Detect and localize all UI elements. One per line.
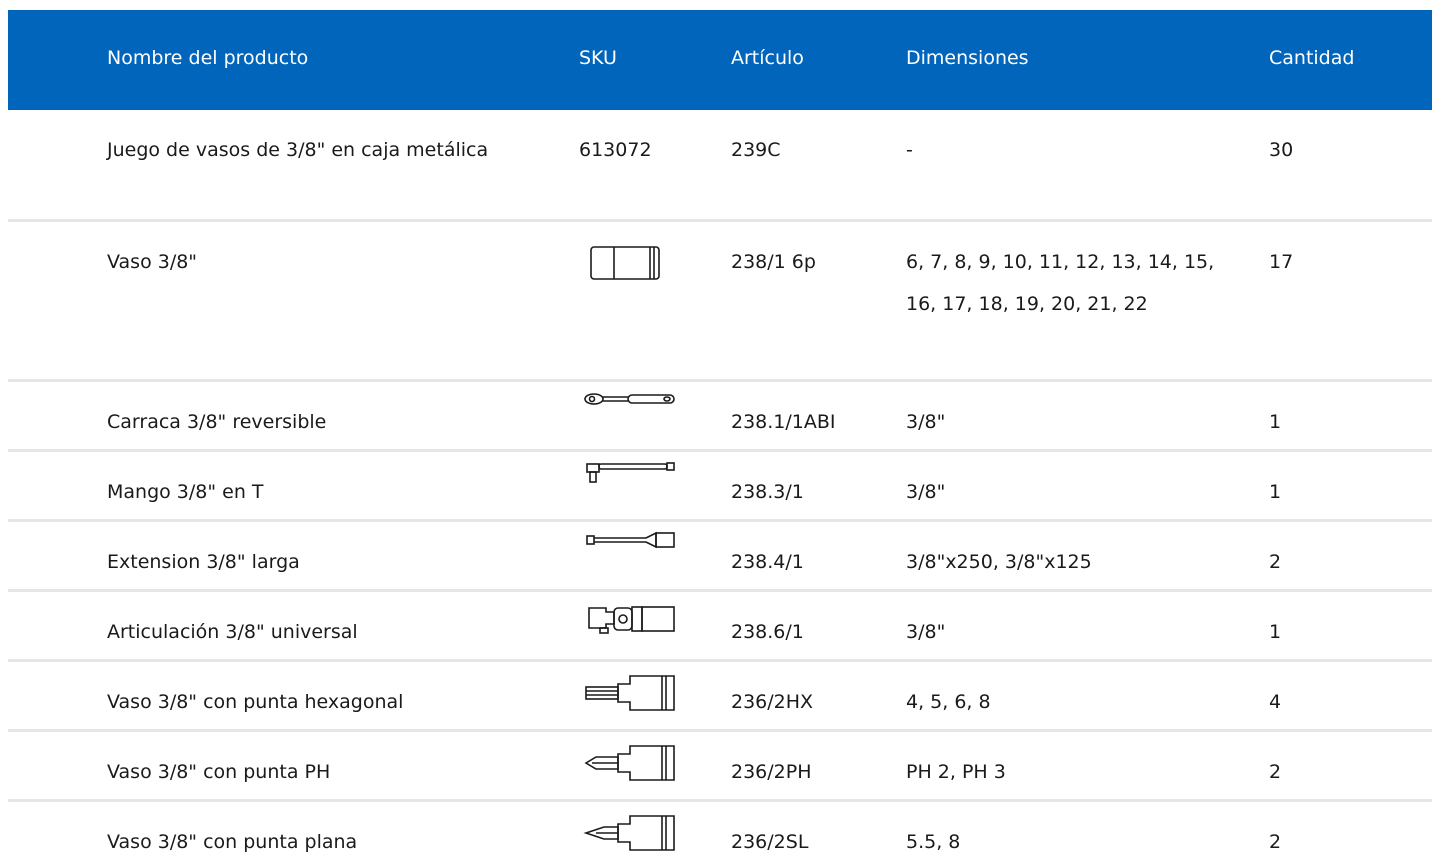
column-header-dimensions[interactable]: Dimensiones — [906, 45, 1246, 71]
product-quantity: 1 — [1269, 621, 1282, 643]
product-name: Vaso 3/8" con punta PH — [107, 761, 331, 783]
product-sku: 613072 — [579, 139, 652, 161]
product-dimensions: - — [906, 139, 913, 161]
product-quantity: 2 — [1269, 551, 1282, 573]
table-header: Nombre del producto SKU Artículo Dimensi… — [8, 10, 1432, 110]
phillips-bit-socket-icon — [578, 744, 678, 784]
column-header-quantity[interactable]: Cantidad — [1269, 45, 1389, 71]
table-row[interactable]: Vaso 3/8" 238/1 6p 6, 7, 8, 9, 10, 11, 1… — [8, 222, 1432, 382]
product-article: 236/2SL — [731, 831, 809, 853]
product-name: Vaso 3/8" — [107, 251, 198, 273]
product-name: Mango 3/8" en T — [107, 481, 264, 503]
product-dimensions: 5.5, 8 — [906, 831, 961, 853]
table-row[interactable]: Vaso 3/8" con punta plana 236/2SL 5.5, 8… — [8, 802, 1432, 864]
product-dimensions: 3/8" — [906, 411, 946, 433]
product-quantity: 4 — [1269, 691, 1282, 713]
product-quantity: 2 — [1269, 761, 1282, 783]
product-quantity: 1 — [1269, 411, 1282, 433]
product-quantity: 30 — [1269, 139, 1294, 161]
socket-icon — [578, 244, 668, 284]
product-name: Extension 3/8" larga — [107, 551, 300, 573]
table-row[interactable]: Juego de vasos de 3/8" en caja metálica … — [8, 110, 1432, 222]
product-article: 238.3/1 — [731, 481, 804, 503]
product-article: 238.1/1ABI — [731, 411, 836, 433]
product-article: 238.4/1 — [731, 551, 804, 573]
product-name: Juego de vasos de 3/8" en caja metálica — [107, 139, 489, 161]
product-name: Vaso 3/8" con punta hexagonal — [107, 691, 404, 713]
column-header-article[interactable]: Artículo — [731, 45, 891, 71]
product-dimensions: 4, 5, 6, 8 — [906, 691, 991, 713]
product-article: 236/2PH — [731, 761, 812, 783]
table-row[interactable]: Articulación 3/8" universal 238.6/1 3/8"… — [8, 592, 1432, 662]
flat-bit-socket-icon — [578, 814, 678, 854]
product-name: Vaso 3/8" con punta plana — [107, 831, 358, 853]
table-row[interactable]: Vaso 3/8" con punta PH 236/2PH PH 2, PH … — [8, 732, 1432, 802]
product-dimensions: 3/8" — [906, 481, 946, 503]
extension-bar-icon — [578, 530, 678, 554]
product-quantity: 17 — [1269, 251, 1294, 273]
column-header-sku[interactable]: SKU — [579, 45, 699, 71]
ratchet-icon — [578, 390, 678, 410]
product-article: 236/2HX — [731, 691, 814, 713]
product-article: 239C — [731, 139, 781, 161]
universal-joint-icon — [578, 602, 678, 636]
product-name: Carraca 3/8" reversible — [107, 411, 327, 433]
product-name: Articulación 3/8" universal — [107, 621, 358, 643]
product-dimensions: 6, 7, 8, 9, 10, 11, 12, 13, 14, 15, 16, … — [906, 251, 1215, 315]
table-row[interactable]: Extension 3/8" larga 238.4/1 3/8"x250, 3… — [8, 522, 1432, 592]
column-header-name[interactable]: Nombre del producto — [107, 45, 517, 71]
table-row[interactable]: Mango 3/8" en T 238.3/1 3/8" 1 — [8, 452, 1432, 522]
product-article: 238/1 6p — [731, 251, 816, 273]
product-article: 238.6/1 — [731, 621, 804, 643]
product-quantity: 2 — [1269, 831, 1282, 853]
table-row[interactable]: Vaso 3/8" con punta hexagonal 236/2HX 4,… — [8, 662, 1432, 732]
table-row[interactable]: Carraca 3/8" reversible 238.1/1ABI 3/8" … — [8, 382, 1432, 452]
hex-bit-socket-icon — [578, 674, 678, 714]
t-handle-icon — [578, 460, 678, 490]
product-table: Nombre del producto SKU Artículo Dimensi… — [8, 10, 1432, 864]
product-dimensions: PH 2, PH 3 — [906, 761, 1006, 783]
product-dimensions: 3/8"x250, 3/8"x125 — [906, 551, 1092, 573]
product-dimensions: 3/8" — [906, 621, 946, 643]
product-quantity: 1 — [1269, 481, 1282, 503]
